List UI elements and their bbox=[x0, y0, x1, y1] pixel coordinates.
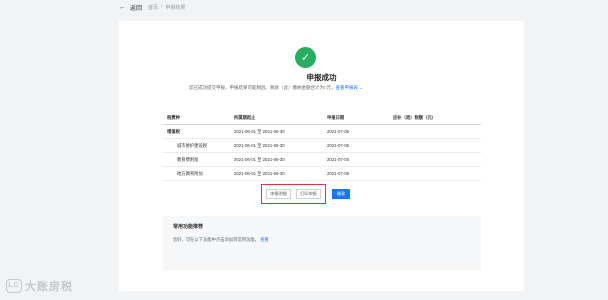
cell-period: 2021-06-01 至 2021-06-30 bbox=[234, 170, 285, 176]
cell-tax-type: 城市维护建设税 bbox=[177, 142, 208, 148]
print-declaration-button[interactable]: 打印申报 bbox=[296, 189, 321, 199]
cell-period: 2021-06-01 至 2021-06-30 bbox=[234, 142, 285, 148]
watermark: LC 大账房税 bbox=[6, 278, 73, 294]
col-tax-type: 税费种 bbox=[167, 114, 180, 120]
col-period: 所属期起止 bbox=[234, 114, 256, 120]
cell-tax-type: 地方教育附加 bbox=[177, 170, 203, 176]
col-amount: 应补（退）税额（元） bbox=[393, 114, 436, 120]
table-row: 地方教育附加 2021-06-01 至 2021-06-30 2021-07-0… bbox=[163, 167, 481, 181]
favorites-view-link[interactable]: 查看 bbox=[260, 237, 269, 242]
result-description: 您已成功提交申报，申报结果可能稍后。税款（含）缴纳金额合计为0元，查看申报表 ⌄ bbox=[189, 84, 451, 92]
breadcrumb-home[interactable]: 首页 bbox=[148, 4, 158, 11]
cell-period: 2021-06-01 至 2021-06-30 bbox=[234, 128, 285, 134]
cell-tax-type: 增值税 bbox=[167, 128, 180, 134]
declaration-details-button[interactable]: 申报明细 bbox=[266, 189, 291, 199]
favorites-panel: 常用功能推荐 您好，可在以下功能中点击添加到常用功能。 查看 bbox=[163, 216, 481, 270]
result-card: ✓ 申报成功 您已成功提交申报，申报结果可能稍后。税款（含）缴纳金额合计为0元，… bbox=[119, 21, 524, 291]
watermark-logo: LC bbox=[6, 279, 22, 293]
cell-date: 2021-07-05 bbox=[327, 171, 349, 176]
back-label: 返回 bbox=[130, 6, 143, 12]
col-date: 申报日期 bbox=[327, 114, 345, 120]
result-title: 申报成功 bbox=[306, 73, 337, 82]
top-bar: ← 返回 首页 / 申报结果 bbox=[0, 0, 608, 16]
cell-date: 2021-07-05 bbox=[327, 157, 349, 162]
table-header: 税费种 所属期起止 申报日期 应补（退）税额（元） bbox=[163, 111, 481, 125]
breadcrumb-current: 申报结果 bbox=[165, 4, 186, 11]
table-row: 增值税 2021-06-01 至 2021-06-30 2021-07-05 bbox=[163, 125, 481, 139]
watermark-text: 大账房税 bbox=[25, 281, 73, 293]
favorites-title: 常用功能推荐 bbox=[173, 224, 204, 230]
cell-period: 2021-06-01 至 2021-06-30 bbox=[234, 156, 285, 162]
check-circle-icon: ✓ bbox=[295, 47, 316, 68]
cell-date: 2021-07-05 bbox=[327, 129, 349, 134]
back-link[interactable]: ← 返回 bbox=[119, 3, 142, 12]
back-arrow-icon: ← bbox=[119, 4, 126, 11]
desc-text: 您已成功提交申报，申报结果可能稍后。税款（含）缴纳金额合计为 bbox=[189, 85, 324, 90]
favorites-text: 您好，可在以下功能中点击添加到常用功能。 bbox=[173, 237, 259, 242]
declaration-table: 税费种 所属期起止 申报日期 应补（退）税额（元） 增值税 2021-06-01… bbox=[163, 111, 481, 181]
breadcrumb-separator: / bbox=[161, 3, 163, 10]
cell-tax-type: 教育费附加 bbox=[177, 156, 199, 162]
cell-date: 2021-07-05 bbox=[327, 143, 349, 148]
table-row: 城市维护建设税 2021-06-01 至 2021-06-30 2021-07-… bbox=[163, 139, 481, 153]
pay-tax-button[interactable]: 缴款 bbox=[332, 189, 350, 199]
breadcrumb: 首页 / 申报结果 bbox=[148, 4, 185, 11]
view-declaration-link[interactable]: 查看申报表 ⌄ bbox=[336, 85, 364, 90]
table-row: 教育费附加 2021-06-01 至 2021-06-30 2021-07-05 bbox=[163, 153, 481, 167]
favorites-description: 您好，可在以下功能中点击添加到常用功能。 查看 bbox=[173, 237, 269, 243]
